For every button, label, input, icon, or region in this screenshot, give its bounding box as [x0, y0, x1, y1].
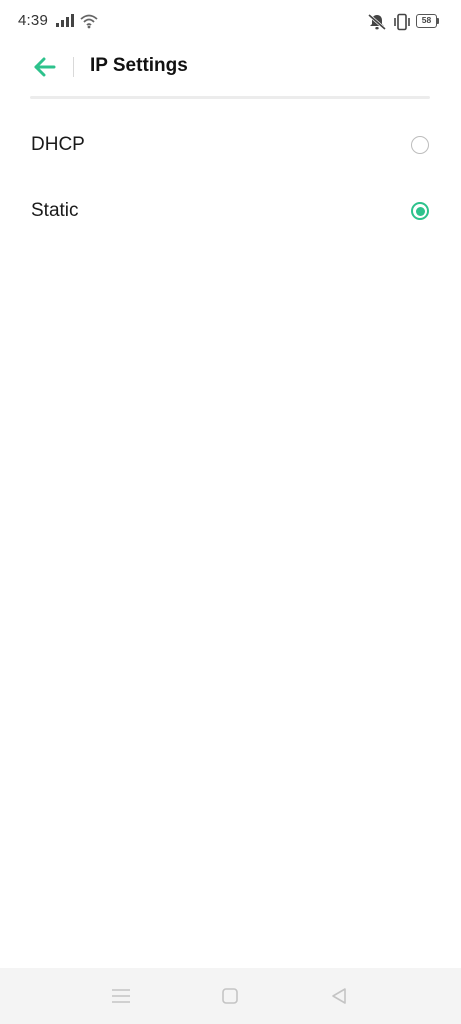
ip-settings-options: DHCP Static [0, 112, 461, 244]
page-title: IP Settings [90, 55, 188, 76]
status-time: 4:39 [18, 12, 48, 29]
navigation-bar [0, 968, 461, 1024]
back-arrow-icon [34, 57, 56, 77]
header-separator [30, 96, 430, 99]
vibrate-icon [394, 13, 410, 31]
battery-icon: 58 [416, 14, 440, 28]
option-static[interactable]: Static [0, 178, 461, 244]
radio-dhcp[interactable] [411, 136, 429, 154]
app-header: IP Settings [0, 44, 461, 94]
radio-selected-dot [415, 206, 425, 216]
mute-icon [368, 13, 386, 31]
battery-level: 58 [416, 14, 437, 28]
home-icon[interactable] [219, 986, 241, 1006]
option-dhcp[interactable]: DHCP [0, 112, 461, 178]
header-divider [73, 57, 74, 77]
wifi-icon [80, 14, 98, 29]
back-button[interactable] [28, 52, 62, 82]
back-icon[interactable] [328, 986, 350, 1006]
status-bar: 4:39 58 [0, 0, 461, 44]
menu-icon[interactable] [110, 986, 132, 1006]
radio-static[interactable] [411, 202, 429, 220]
option-label: DHCP [31, 134, 85, 155]
signal-icon [56, 14, 74, 27]
option-label: Static [31, 200, 79, 221]
